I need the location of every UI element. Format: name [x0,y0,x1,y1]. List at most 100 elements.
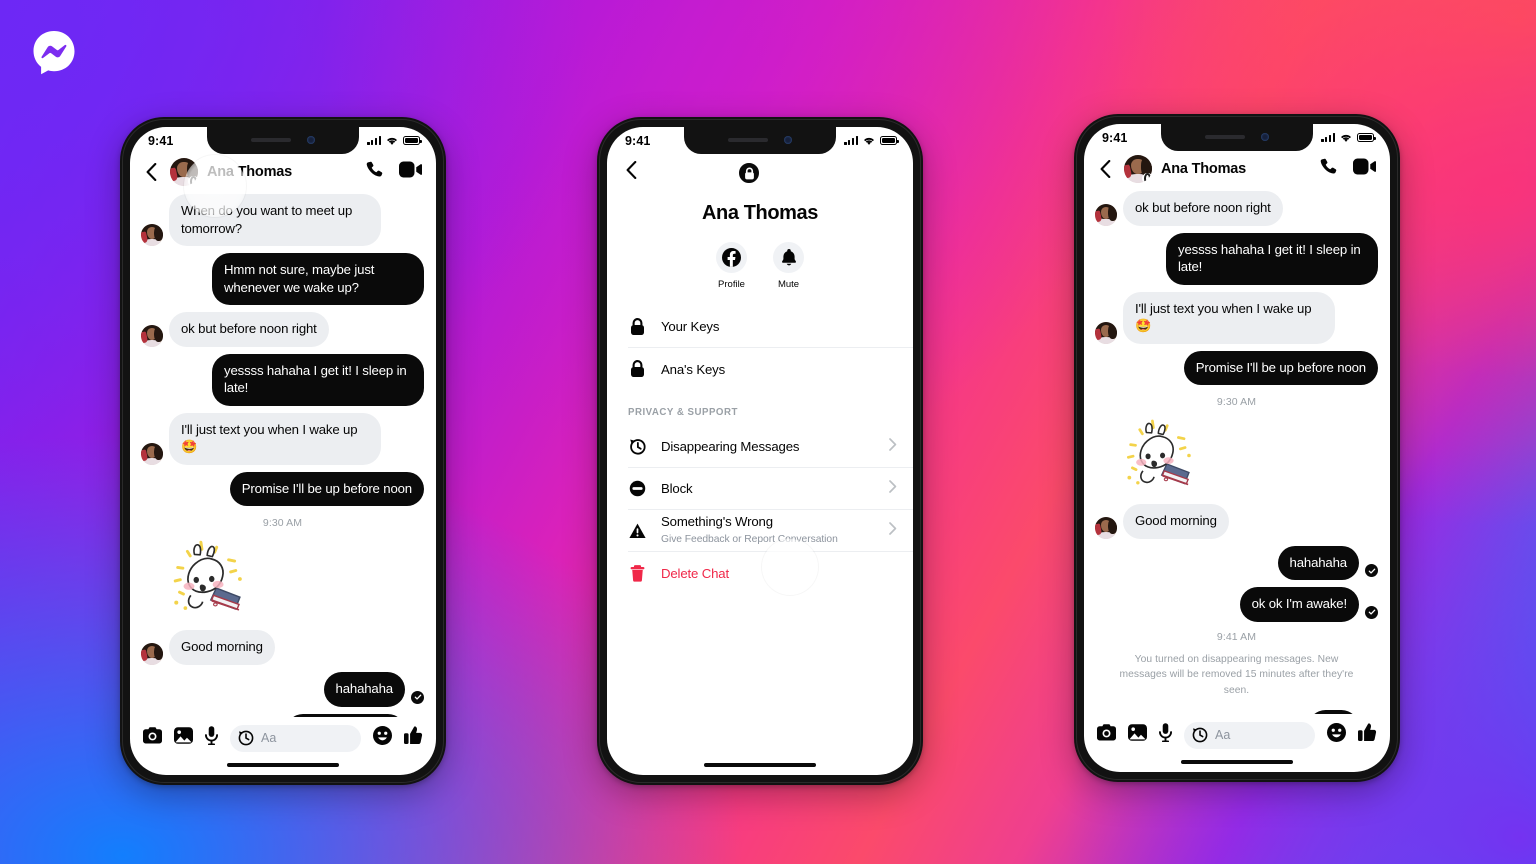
presence-badge [188,176,198,186]
trash-icon [628,564,647,582]
quick-actions: Profile Mute [716,242,804,290]
message-bubble[interactable]: ok ok I'm awake! [1239,587,1359,622]
status-time: 9:41 [148,133,174,148]
message-bubble[interactable]: yessss hahaha I get it! I sleep in late! [212,353,424,406]
emoji-smiley-icon[interactable] [373,726,392,750]
bunny-phone-sticker[interactable] [1117,419,1203,497]
phone-call-icon[interactable] [365,160,384,184]
message-bubble[interactable]: Hmm not sure, maybe just whenever we wak… [212,253,424,306]
message-bubble[interactable]: I'll just text you when I wake up 🤩 [169,412,381,465]
camera-icon[interactable] [143,727,162,749]
message-row: Hmm not sure, maybe just whenever we wak… [141,253,424,306]
list-item-disappearing-messages[interactable]: Disappearing Messages [628,426,913,468]
message-input[interactable]: Aa [1184,721,1315,749]
history-clock-icon [628,438,647,455]
list-item-anas-keys[interactable]: Ana's Keys [628,348,913,390]
list-item-somethings-wrong[interactable]: Something's Wrong Give Feedback or Repor… [628,510,913,552]
microphone-icon[interactable] [1159,723,1172,747]
disappearing-timer-icon [1192,727,1208,743]
list-item-your-keys[interactable]: Your Keys [628,306,913,348]
block-icon [628,480,647,497]
video-camera-icon[interactable] [1353,158,1376,180]
message-thread[interactable]: When do you want to meet up tomorrow? Hm… [130,194,436,717]
presence-badge [1142,173,1152,183]
timestamp: 9:30 AM [262,517,303,530]
microphone-icon[interactable] [205,726,218,750]
facebook-icon [716,242,747,273]
phone-call-icon[interactable] [1319,157,1338,181]
header-actions [365,160,422,184]
avatar [141,224,163,247]
sticker-row [1095,418,1378,498]
list-item-delete-chat[interactable]: Delete Chat [628,552,913,594]
disappearing-timer-icon [238,730,254,746]
message-input-placeholder: Aa [1215,728,1231,742]
image-icon[interactable] [1128,724,1147,746]
sticker-row [141,539,424,624]
message-bubble[interactable]: ok but before noon right [169,312,329,347]
profile-summary: Ana Thomas Profile Mute [607,160,913,290]
message-bubble[interactable]: I'll just text you when I wake up 🤩 [1123,291,1335,344]
message-bubble[interactable]: When do you want to meet up tomorrow? [169,194,381,247]
status-time: 9:41 [1102,130,1128,145]
avatar[interactable] [1124,155,1152,183]
battery-icon [1357,133,1376,142]
image-icon[interactable] [174,727,193,749]
message-composer: Aa [130,717,436,758]
delivered-check-icon [411,690,424,704]
message-bubble[interactable]: Promise I'll be up before noon [1183,350,1378,386]
video-camera-icon[interactable] [399,161,422,183]
status-indicators [367,136,422,146]
message-bubble[interactable]: yessss hahaha I get it! I sleep in late! [1166,232,1378,285]
back-chevron-icon[interactable] [1095,159,1115,179]
message-bubble[interactable]: ok but before noon right [1123,191,1283,226]
message-bubble[interactable]: Good morning [169,630,275,666]
home-indicator [227,762,339,767]
list-item-label: Your Keys [661,319,720,334]
messenger-logo [30,29,78,77]
system-note: You turned on disappearing messages. New… [1119,653,1354,696]
avatar [141,643,163,666]
message-bubble[interactable]: Good morning [1123,504,1229,539]
message-input[interactable]: Aa [230,724,361,752]
signal-bars-icon [367,136,381,145]
list-item-label: Disappearing Messages [661,439,800,454]
quick-action-mute[interactable]: Mute [773,242,804,290]
list-item-block[interactable]: Block [628,468,913,510]
message-bubble[interactable]: Promise I'll be up before noon [229,471,424,507]
message-thread[interactable]: ok but before noon right yessss hahaha I… [1084,191,1390,714]
quick-action-label: Mute [777,279,800,290]
wifi-icon [387,137,397,145]
camera-icon[interactable] [1097,724,1116,746]
lock-icon [628,317,647,336]
avatar [1095,203,1117,226]
message-row: I'll just text you when I wake up 🤩 [141,412,424,465]
back-chevron-icon[interactable] [621,160,641,180]
phone-1-screen: 9:41 Ana Thomas When do you want to meet… [130,127,436,775]
thumbs-up-icon[interactable] [1358,723,1377,747]
status-indicators [844,136,899,146]
list-item-label: Block [661,481,693,496]
back-chevron-icon[interactable] [141,162,161,182]
message-row: yessss hahaha I get it! I sleep in late! [141,353,424,406]
contact-name[interactable]: Ana Thomas [207,164,356,180]
quick-action-profile[interactable]: Profile [716,242,747,290]
section-header: PRIVACY & SUPPORT [628,407,738,418]
avatar [1095,321,1117,344]
list-item-label: Delete Chat [661,565,729,581]
message-row: Promise I'll be up before noon [1095,350,1378,386]
emoji-smiley-icon[interactable] [1327,723,1346,747]
avatar[interactable] [170,158,198,186]
thumbs-up-icon[interactable] [404,726,423,750]
message-bubble[interactable]: hahahaha [1277,545,1359,581]
status-bar: 9:41 [1084,124,1390,151]
message-row: Promise I'll be up before noon [141,471,424,507]
avatar [141,442,163,465]
chevron-right-icon [889,437,897,456]
message-row: When do you want to meet up tomorrow? [141,194,424,247]
status-time: 9:41 [625,133,651,148]
message-bubble[interactable]: hahahaha [323,672,405,707]
warning-icon [628,523,647,539]
contact-name[interactable]: Ana Thomas [1161,161,1310,177]
bunny-phone-sticker[interactable] [163,541,255,623]
